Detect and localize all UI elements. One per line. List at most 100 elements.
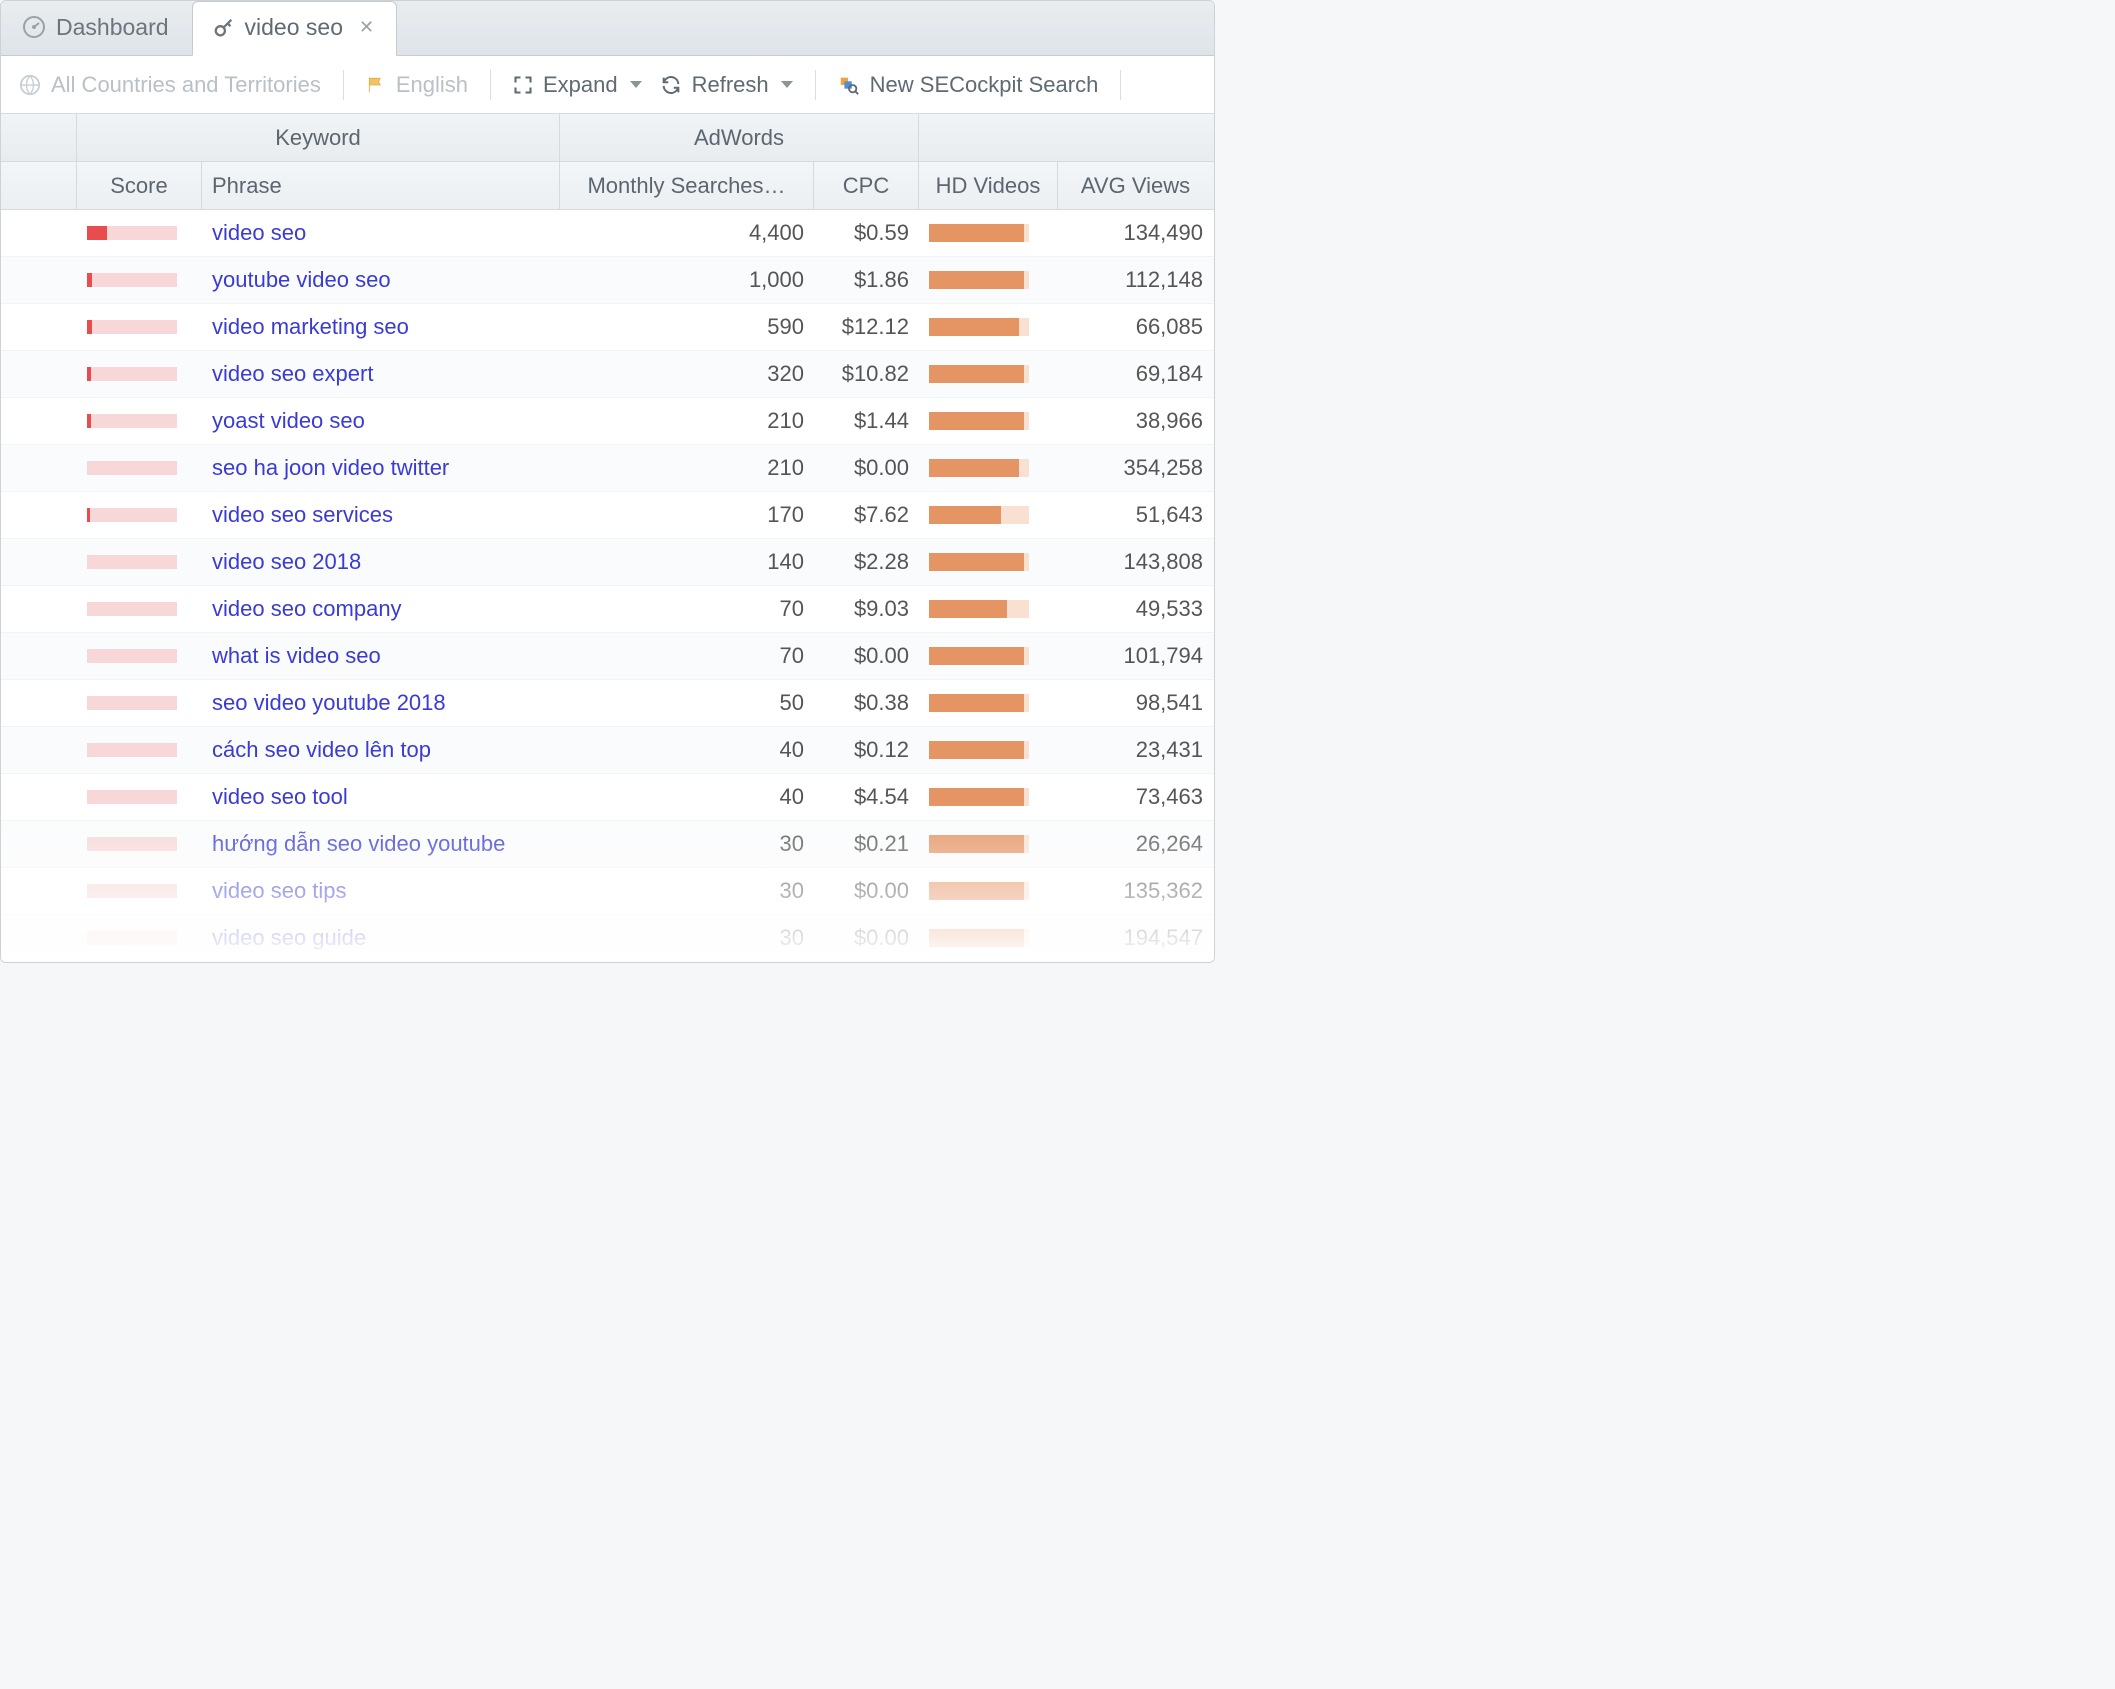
- cell-phrase[interactable]: youtube video seo: [202, 267, 560, 293]
- expand-button[interactable]: Expand: [513, 72, 642, 98]
- table-row[interactable]: video seo 4,400 $0.59 134,490: [1, 210, 1214, 257]
- language-selector[interactable]: English: [366, 72, 468, 98]
- score-bar: [87, 931, 177, 945]
- table-row[interactable]: video marketing seo 590 $12.12 66,085: [1, 304, 1214, 351]
- separator: [490, 70, 491, 100]
- cell-phrase[interactable]: video seo expert: [202, 361, 560, 387]
- cell-hd: [919, 835, 1058, 853]
- table-row[interactable]: cách seo video lên top 40 $0.12 23,431: [1, 727, 1214, 774]
- cell-phrase[interactable]: yoast video seo: [202, 408, 560, 434]
- hd-bar: [929, 600, 1029, 618]
- cell-phrase[interactable]: cách seo video lên top: [202, 737, 560, 763]
- tab-bar: Dashboard video seo ✕: [1, 1, 1214, 56]
- score-bar: [87, 884, 177, 898]
- score-bar: [87, 414, 177, 428]
- cell-hd: [919, 459, 1058, 477]
- table-row[interactable]: video seo tool 40 $4.54 73,463: [1, 774, 1214, 821]
- table-row[interactable]: video seo guide 30 $0.00 194,547: [1, 915, 1214, 962]
- table-row[interactable]: seo ha joon video twitter 210 $0.00 354,…: [1, 445, 1214, 492]
- table-row[interactable]: hướng dẫn seo video youtube 30 $0.21 26,…: [1, 821, 1214, 868]
- cell-phrase[interactable]: video seo: [202, 220, 560, 246]
- cell-score: [77, 320, 202, 334]
- cell-hd: [919, 506, 1058, 524]
- refresh-button[interactable]: Refresh: [660, 72, 793, 98]
- group-keyword: Keyword: [77, 114, 560, 161]
- score-bar: [87, 743, 177, 757]
- cell-phrase[interactable]: video seo 2018: [202, 549, 560, 575]
- cell-avg: 98,541: [1058, 690, 1213, 716]
- table-row[interactable]: video seo company 70 $9.03 49,533: [1, 586, 1214, 633]
- close-icon[interactable]: ✕: [359, 17, 374, 38]
- score-bar: [87, 320, 177, 334]
- table-row[interactable]: video seo services 170 $7.62 51,643: [1, 492, 1214, 539]
- hd-bar: [929, 788, 1029, 806]
- search-icon: [838, 74, 860, 96]
- cell-cpc: $0.12: [814, 737, 919, 763]
- tab-dashboard[interactable]: Dashboard: [1, 0, 192, 55]
- language-label: English: [396, 72, 468, 98]
- cell-phrase[interactable]: seo video youtube 2018: [202, 690, 560, 716]
- cell-searches: 140: [560, 549, 814, 575]
- cell-avg: 143,808: [1058, 549, 1213, 575]
- tab-video-seo[interactable]: video seo ✕: [192, 1, 398, 56]
- table-row[interactable]: video seo expert 320 $10.82 69,184: [1, 351, 1214, 398]
- flag-icon: [366, 75, 386, 95]
- app-window: Dashboard video seo ✕ All Countries and …: [0, 0, 1215, 963]
- cell-phrase[interactable]: seo ha joon video twitter: [202, 455, 560, 481]
- cell-cpc: $9.03: [814, 596, 919, 622]
- cell-hd: [919, 741, 1058, 759]
- refresh-label: Refresh: [692, 72, 769, 98]
- region-selector[interactable]: All Countries and Territories: [19, 72, 321, 98]
- col-hd[interactable]: HD Videos: [919, 162, 1058, 209]
- cell-score: [77, 414, 202, 428]
- col-searches[interactable]: Monthly Searches…: [560, 162, 814, 209]
- table-row[interactable]: what is video seo 70 $0.00 101,794: [1, 633, 1214, 680]
- cell-phrase[interactable]: video seo company: [202, 596, 560, 622]
- col-avg[interactable]: AVG Views: [1058, 162, 1213, 209]
- cell-searches: 4,400: [560, 220, 814, 246]
- column-group-header: Keyword AdWords: [1, 114, 1214, 162]
- hd-bar: [929, 553, 1029, 571]
- cell-phrase[interactable]: what is video seo: [202, 643, 560, 669]
- hd-bar: [929, 741, 1029, 759]
- cell-score: [77, 226, 202, 240]
- cell-hd: [919, 553, 1058, 571]
- table-row[interactable]: video seo tips 30 $0.00 135,362: [1, 868, 1214, 915]
- group-adwords: AdWords: [560, 114, 919, 161]
- table-row[interactable]: seo video youtube 2018 50 $0.38 98,541: [1, 680, 1214, 727]
- cell-searches: 30: [560, 925, 814, 951]
- cell-score: [77, 696, 202, 710]
- cell-score: [77, 790, 202, 804]
- cell-cpc: $1.86: [814, 267, 919, 293]
- new-search-button[interactable]: New SECockpit Search: [838, 72, 1099, 98]
- cell-score: [77, 273, 202, 287]
- table-body: video seo 4,400 $0.59 134,490 youtube vi…: [1, 210, 1214, 962]
- cell-phrase[interactable]: video seo tool: [202, 784, 560, 810]
- cell-score: [77, 649, 202, 663]
- table-row[interactable]: youtube video seo 1,000 $1.86 112,148: [1, 257, 1214, 304]
- table-row[interactable]: yoast video seo 210 $1.44 38,966: [1, 398, 1214, 445]
- cell-score: [77, 931, 202, 945]
- new-search-label: New SECockpit Search: [870, 72, 1099, 98]
- cell-phrase[interactable]: video seo guide: [202, 925, 560, 951]
- cell-searches: 170: [560, 502, 814, 528]
- cell-score: [77, 884, 202, 898]
- cell-score: [77, 461, 202, 475]
- cell-phrase[interactable]: hướng dẫn seo video youtube: [202, 831, 560, 857]
- group-blank2: [919, 114, 1213, 161]
- cell-phrase[interactable]: video marketing seo: [202, 314, 560, 340]
- col-phrase[interactable]: Phrase: [202, 162, 560, 209]
- cell-phrase[interactable]: video seo services: [202, 502, 560, 528]
- expand-icon: [513, 75, 533, 95]
- hd-bar: [929, 271, 1029, 289]
- cell-phrase[interactable]: video seo tips: [202, 878, 560, 904]
- col-cpc[interactable]: CPC: [814, 162, 919, 209]
- hd-bar: [929, 365, 1029, 383]
- cell-searches: 40: [560, 737, 814, 763]
- chevron-down-icon: [781, 81, 793, 88]
- col-score[interactable]: Score: [77, 162, 202, 209]
- cell-avg: 134,490: [1058, 220, 1213, 246]
- table-row[interactable]: video seo 2018 140 $2.28 143,808: [1, 539, 1214, 586]
- region-label: All Countries and Territories: [51, 72, 321, 98]
- score-bar: [87, 696, 177, 710]
